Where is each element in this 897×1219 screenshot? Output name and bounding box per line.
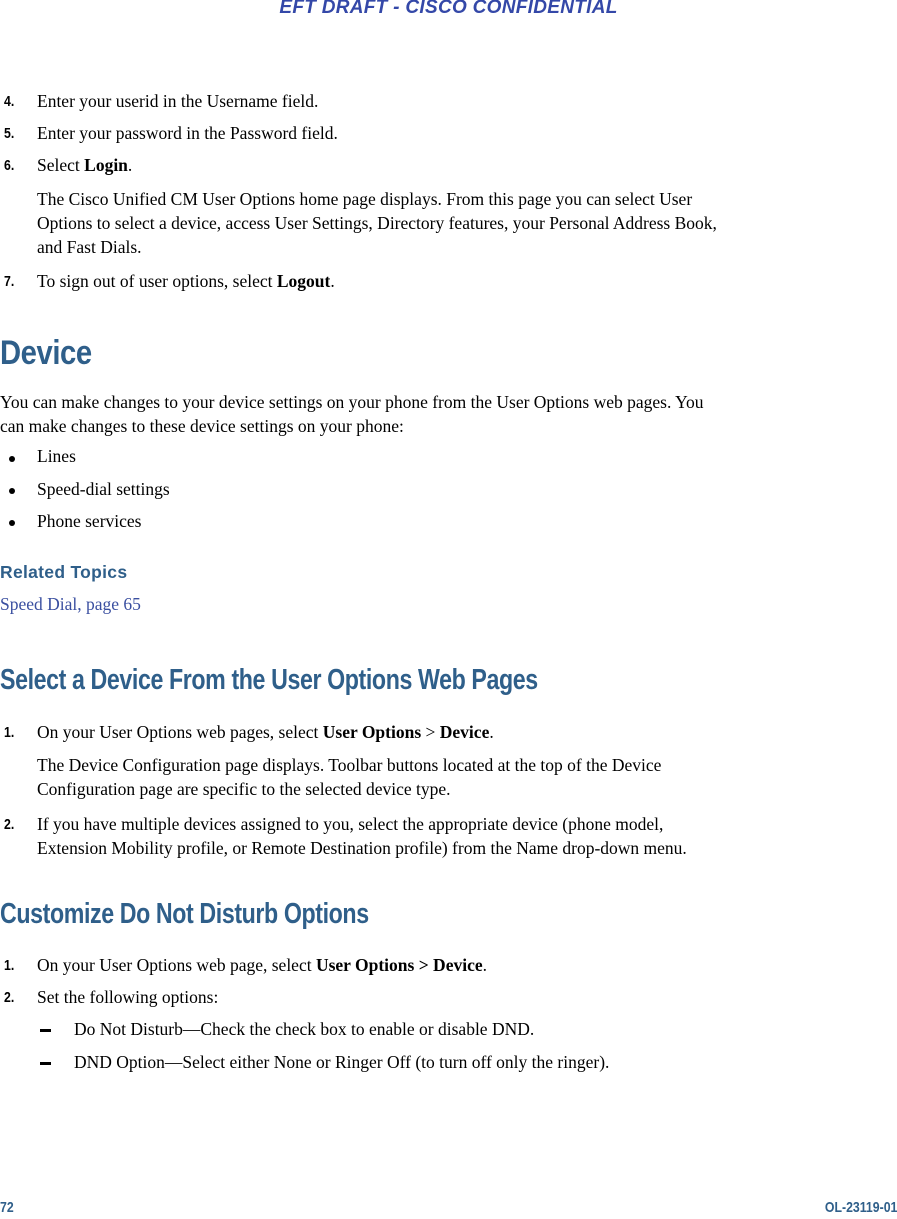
text: To sign out of user options, select	[37, 271, 277, 291]
step-text: On your User Options web page, select Us…	[37, 953, 487, 977]
text-line: Extension Mobility profile, or Remote De…	[37, 838, 687, 858]
device-intro: You can make changes to your device sett…	[0, 390, 897, 438]
step-number: 1.	[4, 957, 15, 974]
bullet-icon	[9, 488, 15, 494]
dash-icon	[40, 1062, 51, 1065]
step-text: Enter your password in the Password fiel…	[37, 123, 338, 143]
text-line: If you have multiple devices assigned to…	[37, 814, 664, 834]
dash-icon	[40, 1029, 51, 1032]
related-link-speed-dial[interactable]: Speed Dial, page 65	[0, 592, 141, 616]
note-line: and Fast Dials.	[37, 237, 142, 257]
step-text: Select Login.	[37, 153, 132, 177]
note-line: The Device Configuration page displays. …	[37, 755, 662, 775]
text: >	[421, 722, 440, 742]
draft-banner: EFT DRAFT - CISCO CONFIDENTIAL	[279, 0, 618, 18]
note-line: Configuration page are specific to the s…	[37, 779, 451, 799]
step-text: If you have multiple devices assigned to…	[37, 812, 897, 860]
step-number: 4.	[4, 93, 15, 110]
text: .	[489, 722, 494, 742]
bullet-text: Phone services	[37, 511, 142, 531]
section-heading-dnd: Customize Do Not Disturb Options	[0, 898, 369, 930]
section-heading-device: Device	[0, 334, 92, 372]
step-text: Enter your userid in the Username field.	[37, 91, 319, 111]
text: Select	[37, 155, 85, 175]
ui-term-login: Login	[84, 155, 128, 175]
step-number: 5.	[4, 125, 15, 142]
section-heading-select-device: Select a Device From the User Options We…	[0, 664, 538, 696]
text: On your User Options web pages, select	[37, 722, 323, 742]
ui-term-device: Device	[439, 722, 490, 742]
step-number: 2.	[4, 989, 15, 1006]
intro-line: You can make changes to your device sett…	[0, 392, 704, 412]
option-text: Do Not Disturb—Check the check box to en…	[74, 1019, 535, 1039]
note-line: Options to select a device, access User …	[37, 213, 717, 233]
text: On your User Options web page, select	[37, 955, 316, 975]
document-id: OL-23119-01	[824, 1199, 897, 1216]
related-topics-heading: Related Topics	[0, 562, 128, 582]
step-text: On your User Options web pages, select U…	[37, 720, 494, 744]
note-line: The Cisco Unified CM User Options home p…	[37, 189, 693, 209]
step-text: To sign out of user options, select Logo…	[37, 269, 335, 293]
text: .	[330, 271, 335, 291]
text: .	[482, 955, 487, 975]
intro-line: can make changes to these device setting…	[0, 416, 404, 436]
option-text: DND Option—Select either None or Ringer …	[74, 1052, 610, 1072]
ui-term-logout: Logout	[276, 271, 331, 291]
step-number: 6.	[4, 157, 15, 174]
bullet-text: Lines	[37, 446, 76, 466]
step-1-note: The Device Configuration page displays. …	[37, 753, 897, 801]
page-number: 72	[0, 1199, 14, 1216]
text: .	[127, 155, 133, 175]
step-number: 7.	[4, 273, 15, 290]
ui-term-user-options: User Options	[322, 722, 422, 742]
step-number: 2.	[4, 816, 15, 833]
bullet-text: Speed-dial settings	[37, 479, 170, 499]
step-number: 1.	[4, 724, 15, 741]
login-note: The Cisco Unified CM User Options home p…	[37, 187, 897, 259]
ui-term-user-options-device: User Options > Device	[315, 955, 483, 975]
bullet-icon	[9, 520, 15, 526]
bullet-icon	[9, 456, 15, 462]
step-text: Set the following options:	[37, 987, 219, 1007]
